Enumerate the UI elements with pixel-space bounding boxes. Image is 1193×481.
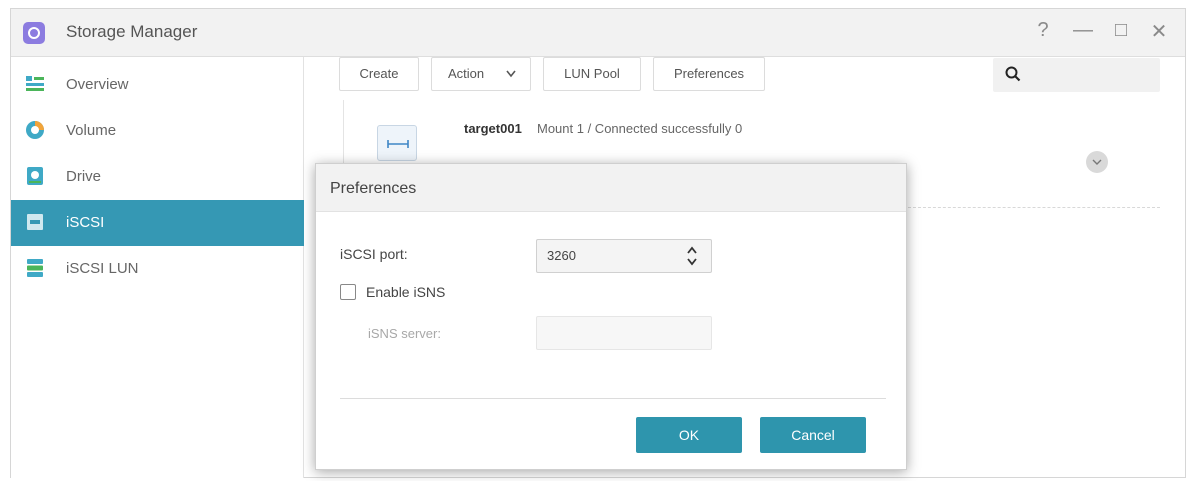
isns-server-label: iSNS server:	[368, 326, 441, 341]
row-separator	[908, 207, 1160, 208]
action-dropdown[interactable]: Action	[431, 57, 531, 91]
dialog-header: Preferences	[316, 164, 906, 212]
target-status: Mount 1 / Connected successfully 0	[537, 121, 743, 136]
dialog-separator	[340, 398, 886, 399]
window-title: Storage Manager	[66, 22, 198, 41]
maximize-button[interactable]: □	[1109, 19, 1133, 42]
target-name: target001	[464, 121, 522, 136]
sidebar-item-drive[interactable]: Drive	[11, 154, 304, 200]
dialog-title: Preferences	[330, 180, 417, 197]
sidebar-item-iscsi-lun[interactable]: iSCSI LUN	[11, 246, 304, 292]
drive-icon	[27, 167, 43, 185]
preferences-button[interactable]: Preferences	[653, 57, 765, 91]
sidebar-item-label: Drive	[66, 168, 102, 185]
preferences-dialog: Preferences iSCSI port: 3260 Enable iSNS…	[315, 163, 907, 470]
volume-icon	[26, 121, 44, 139]
chevron-down-icon	[506, 70, 516, 78]
iscsi-lun-icon	[27, 259, 43, 277]
expand-target-button[interactable]	[1086, 151, 1108, 173]
sidebar-item-volume[interactable]: Volume	[11, 108, 304, 154]
overview-icon	[26, 76, 44, 91]
port-stepper[interactable]	[682, 242, 702, 270]
help-button[interactable]: ?	[1031, 19, 1055, 42]
iscsi-port-label: iSCSI port:	[340, 246, 408, 262]
storage-manager-app-icon	[23, 22, 45, 44]
sidebar-item-label: Volume	[66, 122, 117, 139]
cancel-button[interactable]: Cancel	[760, 417, 866, 453]
chevron-down-icon	[1092, 159, 1102, 165]
isns-server-input	[536, 316, 712, 350]
sidebar: Overview Volume Drive iSCSI iSCSI LUN	[11, 57, 304, 478]
title-bar: Storage Manager ? — □ ✕	[11, 9, 1185, 57]
lun-pool-button[interactable]: LUN Pool	[543, 57, 641, 91]
close-button[interactable]: ✕	[1147, 19, 1171, 44]
minimize-button[interactable]: —	[1071, 19, 1095, 42]
action-label: Action	[448, 66, 485, 81]
sidebar-item-overview[interactable]: Overview	[11, 62, 304, 108]
search-icon	[1005, 66, 1021, 82]
sidebar-item-label: iSCSI LUN	[66, 260, 139, 277]
iscsi-target-icon	[377, 125, 417, 161]
create-button[interactable]: Create	[339, 57, 419, 91]
enable-isns-checkbox[interactable]	[340, 284, 356, 300]
sidebar-item-label: Overview	[66, 76, 129, 93]
sidebar-item-iscsi[interactable]: iSCSI	[11, 200, 304, 246]
enable-isns-label: Enable iSNS	[366, 284, 446, 300]
iscsi-icon	[27, 214, 43, 230]
ok-button[interactable]: OK	[636, 417, 742, 453]
sidebar-item-label: iSCSI	[66, 214, 105, 231]
